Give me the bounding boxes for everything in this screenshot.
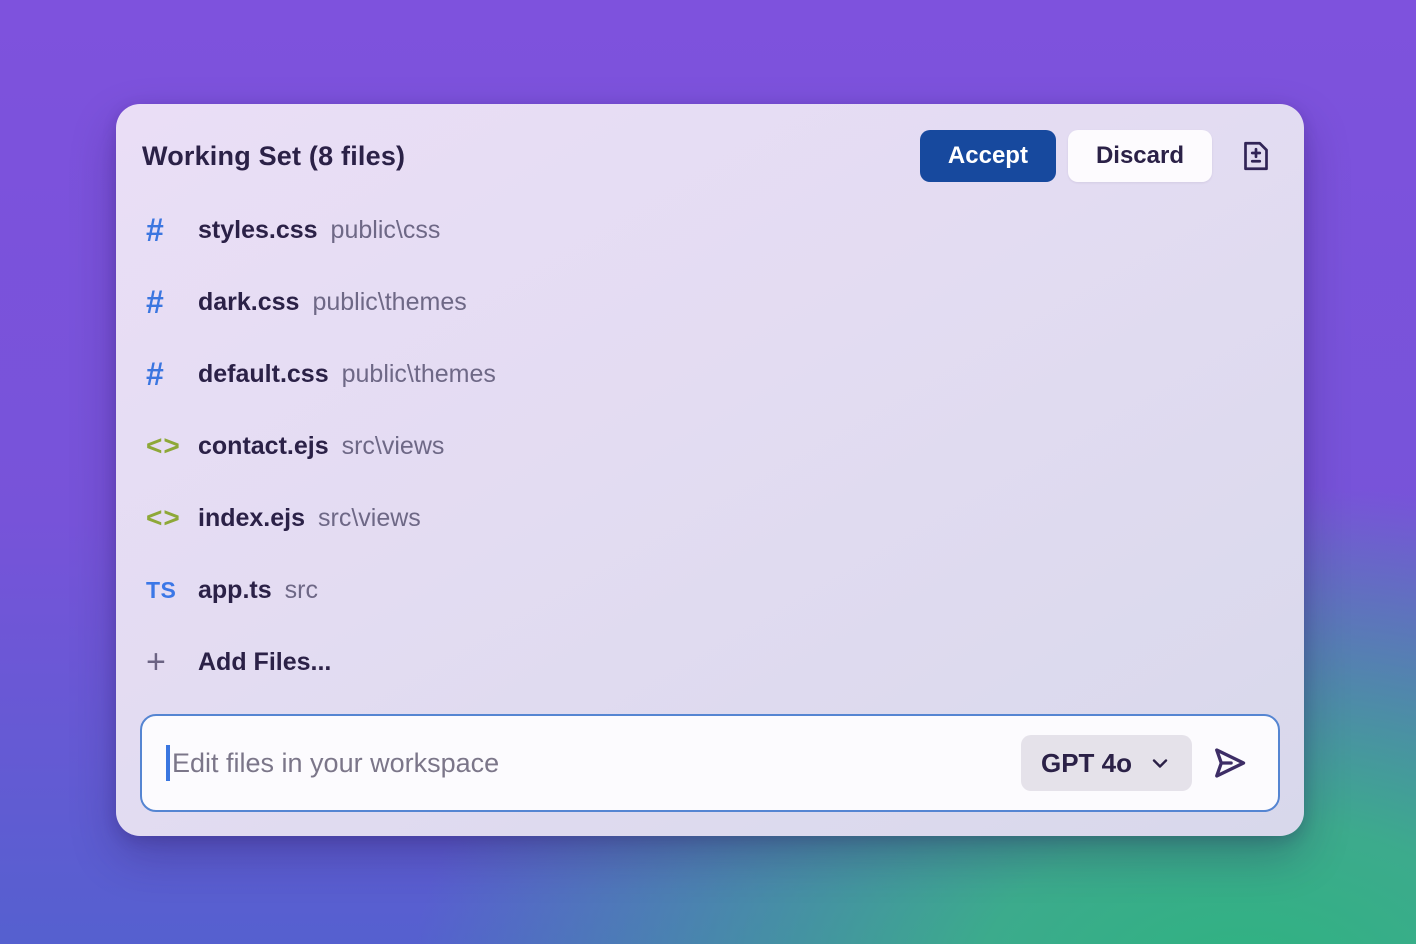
css-file-icon: # (146, 284, 163, 321)
add-files-button[interactable]: + Add Files... (140, 626, 1280, 698)
file-row[interactable]: <> index.ejs src\views (140, 482, 1280, 554)
panel-title: Working Set (8 files) (142, 141, 405, 172)
file-name: dark.css (198, 288, 299, 317)
chat-input-box[interactable]: Edit files in your workspace GPT 4o (140, 714, 1280, 812)
file-name: index.ejs (198, 504, 305, 533)
css-file-icon-box: # (140, 356, 184, 393)
typescript-file-icon-box: TS (140, 577, 184, 604)
diff-file-icon (1238, 137, 1274, 175)
file-row[interactable]: # default.css public\themes (140, 338, 1280, 410)
text-cursor (166, 745, 170, 781)
file-path: public\themes (312, 288, 466, 317)
working-set-file-list: # styles.css public\css # dark.css publi… (140, 194, 1280, 698)
css-file-icon: # (146, 212, 163, 249)
css-file-icon-box: # (140, 284, 184, 321)
file-path: public\css (331, 216, 441, 245)
css-file-icon: # (146, 356, 163, 393)
chevron-down-icon (1148, 751, 1172, 775)
model-selector-label: GPT 4o (1041, 748, 1132, 779)
send-icon (1208, 742, 1250, 784)
model-selector-dropdown[interactable]: GPT 4o (1021, 735, 1192, 791)
ejs-file-icon-box: <> (140, 430, 184, 462)
file-row[interactable]: TS app.ts src (140, 554, 1280, 626)
file-name: styles.css (198, 216, 318, 245)
file-path: src (285, 576, 318, 605)
ejs-file-icon: <> (146, 430, 181, 462)
ejs-file-icon-box: <> (140, 502, 184, 534)
file-path: src\views (318, 504, 421, 533)
file-path: src\views (342, 432, 445, 461)
file-row[interactable]: <> contact.ejs src\views (140, 410, 1280, 482)
view-diff-button[interactable] (1232, 130, 1280, 182)
chat-input-placeholder: Edit files in your workspace (172, 748, 1021, 779)
accept-button[interactable]: Accept (920, 130, 1056, 182)
ejs-file-icon: <> (146, 502, 181, 534)
working-set-panel: Working Set (8 files) Accept Discard # (116, 104, 1304, 836)
file-name: app.ts (198, 576, 272, 605)
file-rows: # styles.css public\css # dark.css publi… (140, 194, 1280, 626)
add-files-label: Add Files... (198, 648, 331, 677)
typescript-file-icon: TS (146, 577, 176, 604)
plus-icon: + (146, 643, 166, 682)
discard-button[interactable]: Discard (1068, 130, 1212, 182)
header-actions: Accept Discard (920, 130, 1280, 182)
file-path: public\themes (342, 360, 496, 389)
send-button[interactable] (1200, 735, 1258, 791)
css-file-icon-box: # (140, 212, 184, 249)
file-name: default.css (198, 360, 329, 389)
file-row[interactable]: # styles.css public\css (140, 194, 1280, 266)
file-name: contact.ejs (198, 432, 329, 461)
file-row[interactable]: # dark.css public\themes (140, 266, 1280, 338)
panel-header: Working Set (8 files) Accept Discard (140, 130, 1280, 182)
